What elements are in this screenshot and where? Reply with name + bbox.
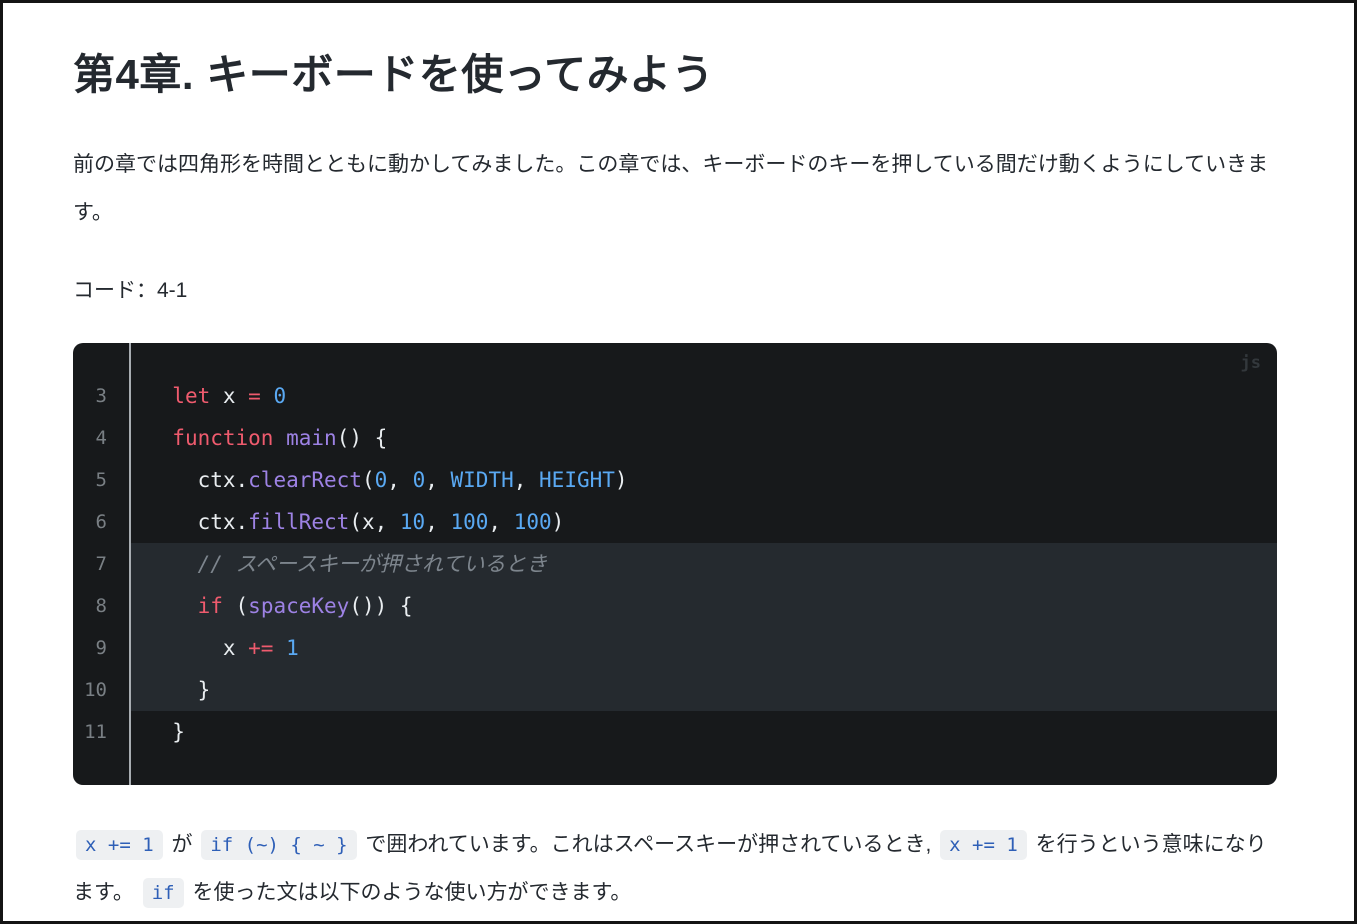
code-token: fillRect	[248, 510, 349, 534]
code-token: x	[147, 636, 248, 660]
code-token	[147, 594, 198, 618]
inline-code-chip: x += 1	[940, 830, 1027, 860]
code-line: 9 x += 1	[73, 627, 1277, 669]
outro-text: を使った文は以下のような使い方ができます。	[187, 881, 632, 904]
code-token: 1	[286, 636, 299, 660]
code-token: }	[147, 720, 185, 744]
code-block: js 3 let x = 04 function main() {5 ctx.c…	[73, 343, 1277, 785]
code-token: 0	[375, 468, 388, 492]
code-token: ctx.	[147, 510, 248, 534]
line-number: 3	[73, 375, 129, 417]
code-line: 8 if (spaceKey()) {	[73, 585, 1277, 627]
outro-text: が	[166, 833, 199, 856]
code-token: (	[223, 594, 248, 618]
outro-text: で囲われています。これはスペースキーが押されているとき,	[360, 833, 938, 856]
line-number: 4	[73, 417, 129, 459]
code-token: if	[198, 594, 223, 618]
code-line: 4 function main() {	[73, 417, 1277, 459]
outro-paragraph: x += 1 が if (~) { ~ } で囲われています。これはスペースキー…	[73, 821, 1277, 917]
inline-code-chip: if (~) { ~ }	[201, 830, 356, 860]
page-title: 第4章. キーボードを使ってみよう	[73, 47, 1277, 103]
line-number: 8	[73, 585, 129, 627]
code-token	[261, 384, 274, 408]
code-token: function	[172, 426, 273, 450]
code-line-content: function main() {	[129, 417, 1277, 459]
code-token: ,	[488, 510, 513, 534]
code-token: clearRect	[248, 468, 362, 492]
inline-code-chip: if	[143, 878, 184, 908]
code-token: main	[286, 426, 337, 450]
inline-code-chip: x += 1	[76, 830, 163, 860]
line-number: 10	[73, 669, 129, 711]
code-line: 3 let x = 0	[73, 375, 1277, 417]
code-line: 10 }	[73, 669, 1277, 711]
code-token: ,	[425, 468, 450, 492]
code-token: 0	[273, 384, 286, 408]
code-line-content: x += 1	[129, 627, 1277, 669]
code-token: (x,	[349, 510, 400, 534]
code-token: 100	[514, 510, 552, 534]
language-badge: js	[1241, 353, 1261, 373]
code-line: 6 ctx.fillRect(x, 10, 100, 100)	[73, 501, 1277, 543]
code-token	[273, 426, 286, 450]
code-token: )	[615, 468, 628, 492]
code-token: }	[147, 678, 210, 702]
code-line: 11 }	[73, 711, 1277, 753]
code-token: +=	[248, 636, 273, 660]
line-number: 5	[73, 459, 129, 501]
code-line: 5 ctx.clearRect(0, 0, WIDTH, HEIGHT)	[73, 459, 1277, 501]
code-token: =	[248, 384, 261, 408]
code-token	[147, 552, 198, 576]
code-token: )	[552, 510, 565, 534]
code-token: WIDTH	[451, 468, 514, 492]
code-token: ,	[514, 468, 539, 492]
code-label: コード：4-1	[73, 267, 1277, 315]
code-line: 7 // スペースキーが押されているとき	[73, 543, 1277, 585]
code-line-content: }	[129, 669, 1277, 711]
code-token: ()) {	[349, 594, 412, 618]
code-token: x	[210, 384, 248, 408]
code-token: // スペースキーが押されているとき	[198, 552, 548, 576]
code-line-content: ctx.fillRect(x, 10, 100, 100)	[129, 501, 1277, 543]
code-line-content: let x = 0	[129, 375, 1277, 417]
code-line-content: }	[129, 711, 1277, 753]
code-token: 10	[400, 510, 425, 534]
code-token	[147, 384, 172, 408]
line-number: 9	[73, 627, 129, 669]
code-token: ,	[425, 510, 450, 534]
intro-paragraph: 前の章では四角形を時間とともに動かしてみました。この章では、キーボードのキーを押…	[73, 141, 1277, 237]
code-token: 0	[413, 468, 426, 492]
code-token: let	[172, 384, 210, 408]
code-line-content: // スペースキーが押されているとき	[129, 543, 1277, 585]
line-number: 7	[73, 543, 129, 585]
code-token: () {	[337, 426, 388, 450]
code-token	[147, 426, 172, 450]
line-number: 11	[73, 711, 129, 753]
code-token: spaceKey	[248, 594, 349, 618]
code-token: 100	[450, 510, 488, 534]
code-token: ,	[387, 468, 412, 492]
code-line-content: if (spaceKey()) {	[129, 585, 1277, 627]
code-lines: 3 let x = 04 function main() {5 ctx.clea…	[73, 375, 1277, 753]
code-token: ctx.	[147, 468, 248, 492]
code-token: HEIGHT	[539, 468, 615, 492]
article-content: 第4章. キーボードを使ってみよう 前の章では四角形を時間とともに動かしてみまし…	[3, 3, 1354, 917]
code-line-content: ctx.clearRect(0, 0, WIDTH, HEIGHT)	[129, 459, 1277, 501]
gutter-separator	[129, 343, 131, 785]
line-number: 6	[73, 501, 129, 543]
code-token: (	[362, 468, 375, 492]
code-token	[273, 636, 286, 660]
page: { "header": { "title": "第4章. キーボードを使ってみよ…	[0, 0, 1357, 924]
